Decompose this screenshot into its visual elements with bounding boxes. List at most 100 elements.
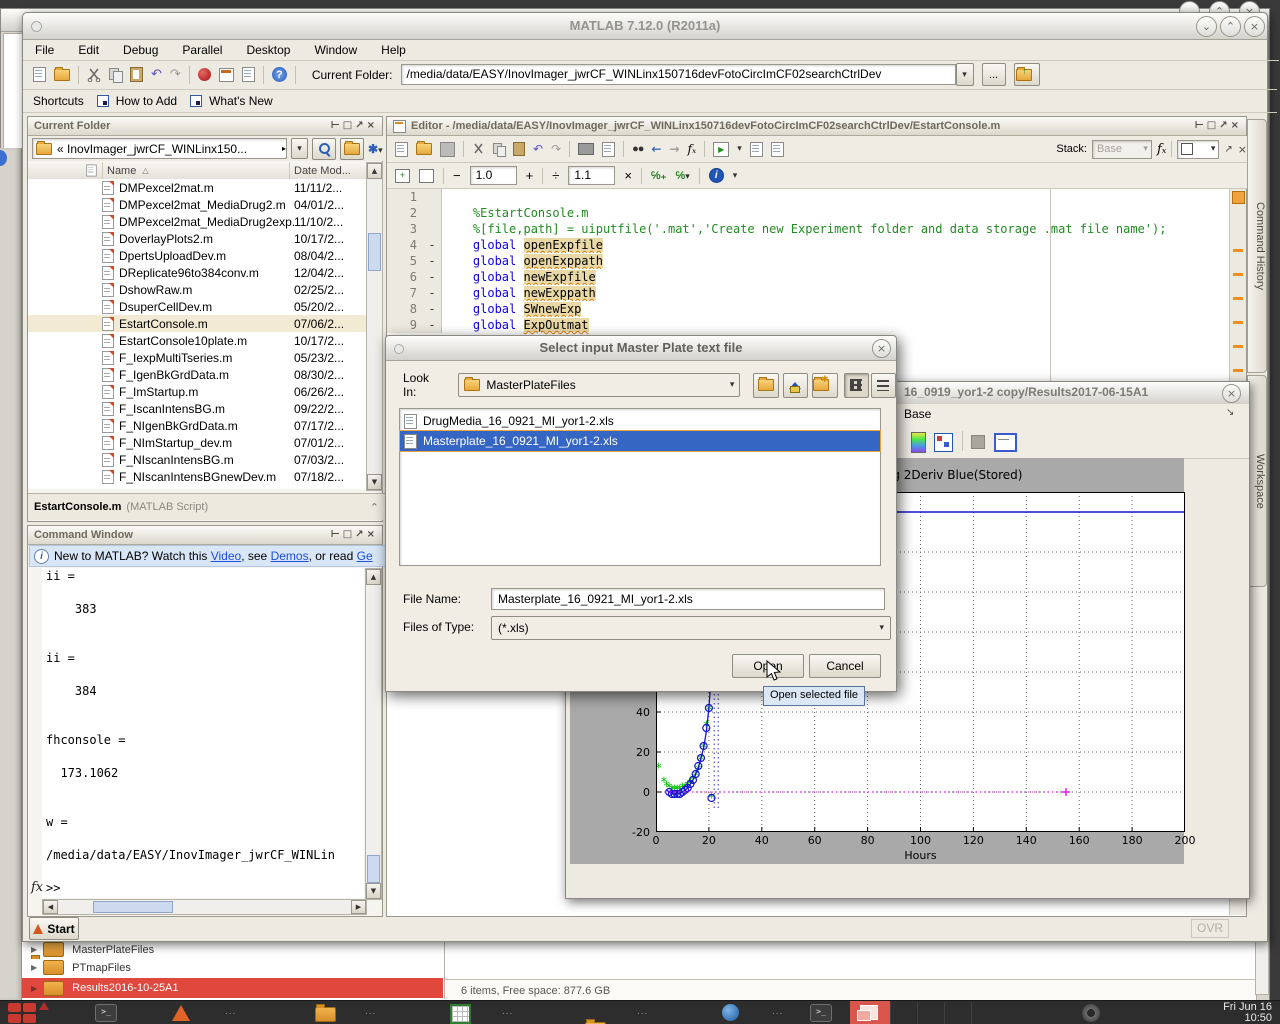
expand-arrow-icon[interactable]: ▶ <box>31 984 37 993</box>
maximize-panel-icon[interactable]: □ <box>343 120 355 131</box>
new-folder-button[interactable]: ✱ <box>812 373 838 398</box>
file-row[interactable]: F_NIgenBkGrdData.m07/17/2... <box>28 417 366 434</box>
address-dropdown-icon[interactable]: ▾ <box>291 138 308 159</box>
console-output-area[interactable]: ii = 383 ii = 384 fhconsole = 173.1062 w… <box>42 568 364 898</box>
look-in-combo[interactable]: MasterPlateFiles ▾ <box>458 373 740 397</box>
file-row[interactable]: DshowRaw.m02/25/2... <box>28 281 366 298</box>
uncomment-percent-icon[interactable]: ℅▾ <box>675 170 689 182</box>
shortcut-whats-new[interactable]: What's New <box>209 94 273 108</box>
new-file-icon[interactable] <box>33 67 46 82</box>
menu-debug[interactable]: Debug <box>123 43 158 57</box>
window-layout-combo[interactable]: ▾ <box>1177 140 1219 159</box>
code-line[interactable]: 4- global openExpfile <box>387 237 1245 253</box>
shutter-app-icon[interactable] <box>1082 1004 1100 1022</box>
home-button[interactable] <box>783 373 808 398</box>
undock-icon[interactable]: ↗ <box>1219 120 1230 131</box>
file-row[interactable]: DpertsUploadDev.m08/04/2... <box>28 247 366 264</box>
dialog-titlebar[interactable]: Select input Master Plate text file × <box>386 336 896 361</box>
file-row[interactable]: F_IscanIntensBG.m09/22/2... <box>28 400 366 417</box>
browse-folder-button[interactable]: ... <box>982 63 1006 86</box>
undock-icon[interactable]: ↗ <box>355 529 366 540</box>
address-text[interactable]: « InovImager_jwrCF_WINLinx150... <box>57 142 277 156</box>
file-row[interactable]: DsuperCellDev.m05/20/2... <box>28 298 366 315</box>
shortcut-how-to-add[interactable]: How to Add <box>116 94 177 108</box>
paste-icon[interactable] <box>513 142 525 156</box>
file-row[interactable]: DReplicate96to384conv.m12/04/2... <box>28 264 366 281</box>
video-link[interactable]: Video <box>211 549 241 563</box>
divide-button[interactable]: ÷ <box>552 168 559 183</box>
folder-tree-row-selected[interactable]: ▶ Results2016-10-25A1 <box>3 978 443 998</box>
file-row[interactable]: DMPexcel2mat.m11/11/2... <box>28 179 366 196</box>
file-row[interactable]: F_NIscanIntensBGnewDev.m07/18/2... <box>28 468 366 485</box>
taskbar-overflow[interactable]: ... <box>772 1006 783 1017</box>
cell-value-1[interactable]: 1.0 <box>470 166 517 185</box>
taskbar-overflow[interactable]: ... <box>502 1006 513 1017</box>
search-button[interactable] <box>312 138 336 160</box>
tab-workspace[interactable]: Workspace <box>1247 375 1267 587</box>
grid-view-button[interactable] <box>844 373 869 398</box>
run-dropdown-icon[interactable]: ▾ <box>737 144 742 154</box>
paste-icon[interactable] <box>130 67 143 82</box>
cut-icon[interactable] <box>87 68 101 82</box>
editor-header[interactable]: Editor - /media/data/EASY/InovImager_jwr… <box>387 117 1246 136</box>
file-row[interactable]: EstartConsole.m07/06/2... <box>28 315 366 332</box>
save-icon[interactable] <box>440 142 455 157</box>
workspace-switcher-icon[interactable] <box>8 1003 60 1023</box>
up-folder-button[interactable]: ↑ <box>1014 63 1040 86</box>
code-line[interactable]: 7- global newExppath <box>387 285 1245 301</box>
maximize-panel-icon[interactable]: □ <box>343 529 355 540</box>
run-icon[interactable]: ▶ <box>713 142 729 157</box>
minimize-button[interactable]: ⌄ <box>1196 16 1217 37</box>
colormap-icon[interactable] <box>911 432 926 453</box>
menu-window[interactable]: Window <box>314 43 357 57</box>
help-icon[interactable]: ? <box>272 67 287 82</box>
dialog-file-row[interactable]: Masterplate_16_0921_MI_yor1-2.xls <box>400 431 880 451</box>
folder-label[interactable]: PTmapFiles <box>72 962 131 974</box>
dock-icon[interactable]: ⊢ <box>331 529 343 540</box>
close-panel-icon[interactable]: × <box>367 120 378 131</box>
close-panel-icon[interactable]: × <box>1231 120 1242 131</box>
taskbar-screenshot-tool-active[interactable] <box>850 1001 890 1024</box>
taskbar-terminal-icon[interactable]: >_ <box>95 1004 117 1022</box>
analyzer-status-icon[interactable] <box>1232 191 1245 204</box>
address-combo[interactable]: « InovImager_jwrCF_WINLinx150... ▸ <box>32 138 287 159</box>
taskbar-matlab-icon[interactable] <box>172 1005 190 1021</box>
close-button[interactable]: × <box>1244 16 1265 37</box>
dialog-file-list[interactable]: DrugMedia_16_0921_MI_yor1-2.xlsMasterpla… <box>399 408 881 566</box>
code-line[interactable]: 9- global ExpOutmat <box>387 317 1245 333</box>
decrease-button[interactable]: − <box>453 168 461 183</box>
undock-icon[interactable]: ↗ <box>355 120 366 131</box>
code-line[interactable]: 8- global SWnewExp <box>387 301 1245 317</box>
menu-edit[interactable]: Edit <box>78 43 99 57</box>
cancel-button[interactable]: Cancel <box>809 654 881 678</box>
console-vscrollbar[interactable]: ▲ ▼ <box>365 568 382 900</box>
fx-toolbar-icon[interactable]: fₓ <box>1157 142 1166 157</box>
demos-link[interactable]: Demos <box>271 549 309 563</box>
file-list-scrollbar[interactable]: ▲ ▼ <box>366 162 383 491</box>
maximize-button[interactable]: ⌃ <box>1220 16 1241 37</box>
file-name-input[interactable]: Masterplate_16_0921_MI_yor1-2.xls <box>491 588 885 610</box>
maximize-panel-icon[interactable]: □ <box>1207 120 1219 131</box>
new-file-icon[interactable] <box>395 142 408 157</box>
cell-value-2[interactable]: 1.1 <box>568 166 615 185</box>
current-folder-header[interactable]: Current Folder ⊢□↗× <box>28 117 382 136</box>
close-editor-icon[interactable]: × <box>1238 143 1247 156</box>
tab-command-history[interactable]: Command History <box>1247 119 1267 373</box>
folder-label[interactable]: MasterPlateFiles <box>72 944 154 956</box>
expand-arrow-icon[interactable]: ▶ <box>31 945 37 954</box>
getting-started-link[interactable]: Ge <box>357 549 373 563</box>
folder-label[interactable]: Results2016-10-25A1 <box>72 982 178 994</box>
console-hscrollbar[interactable]: ◀ ▶ <box>42 899 367 915</box>
expand-arrow-icon[interactable]: ▶ <box>31 963 37 972</box>
menu-file[interactable]: File <box>35 43 54 57</box>
code-line[interactable]: 3 %[file,path] = uiputfile('.mat','Creat… <box>387 221 1245 237</box>
undo-icon[interactable]: ↶ <box>151 67 162 82</box>
next-cell-icon[interactable] <box>419 169 434 183</box>
actions-gear-icon[interactable]: ✱▾ <box>368 142 383 156</box>
undock-icon[interactable]: ↗ <box>1224 144 1232 155</box>
dialog-file-row[interactable]: DrugMedia_16_0921_MI_yor1-2.xls <box>400 411 880 431</box>
file-table-header[interactable]: Name△ Date Mod... <box>28 162 366 180</box>
legend-icon[interactable] <box>994 433 1017 452</box>
whats-new-icon[interactable] <box>190 95 202 107</box>
how-to-add-icon[interactable] <box>97 95 109 107</box>
